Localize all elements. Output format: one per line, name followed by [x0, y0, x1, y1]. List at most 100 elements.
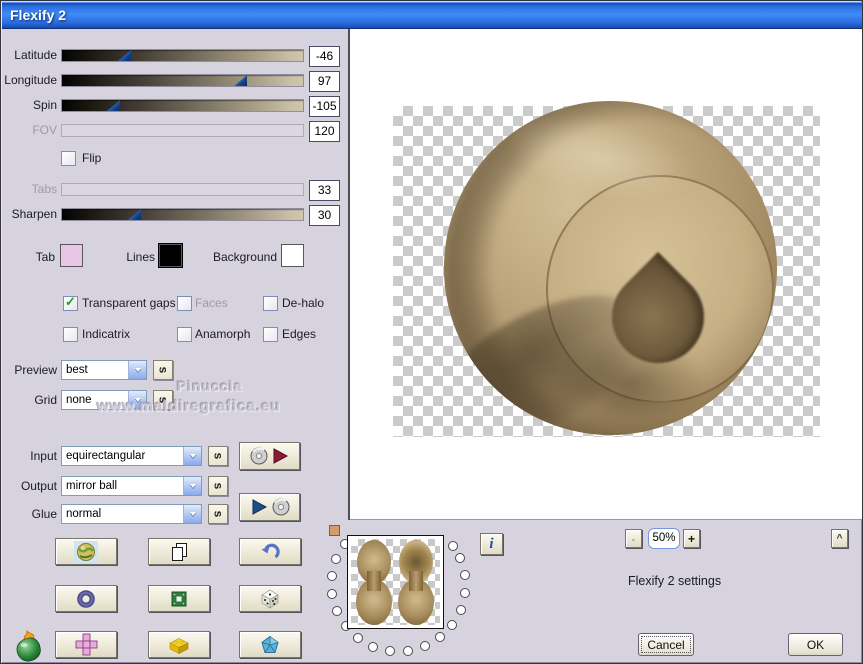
lines-swatch-label: Lines	[126, 250, 155, 264]
flip-label: Flip	[82, 151, 102, 165]
sharpen-slider-thumb[interactable]	[128, 209, 141, 220]
preview-sphere-image	[444, 101, 777, 435]
longitude-label: Longitude	[4, 73, 57, 87]
output-select-value: mirror ball	[66, 480, 118, 492]
latitude-slider[interactable]	[61, 49, 304, 62]
zoom-out-button[interactable]: -	[625, 529, 642, 548]
spin-slider[interactable]	[61, 99, 304, 112]
gem-button[interactable]	[239, 631, 301, 658]
latitude-slider-thumb[interactable]	[118, 50, 131, 61]
edges-label: Edges	[282, 327, 317, 341]
save-settings-button[interactable]	[239, 493, 300, 521]
load-settings-button[interactable]	[239, 442, 300, 470]
preview-canvas[interactable]	[348, 29, 862, 520]
dehalo-checkbox[interactable]	[263, 296, 278, 311]
tabs-value[interactable]: 33	[309, 180, 340, 201]
gem-icon	[261, 635, 279, 653]
ring-button[interactable]	[55, 585, 117, 612]
fov-value[interactable]: 120	[309, 121, 340, 142]
faces-checkbox	[177, 296, 192, 311]
chevron-down-icon[interactable]	[183, 477, 201, 495]
info-button[interactable]: i	[480, 533, 503, 555]
dial-dot[interactable]	[455, 553, 465, 563]
dial-dot[interactable]	[327, 589, 337, 599]
tab-swatch-label: Tab	[35, 250, 55, 264]
flip-checkbox[interactable]	[61, 151, 76, 166]
preview-randomize-button[interactable]: s	[153, 360, 173, 380]
spin-label: Spin	[32, 98, 57, 112]
glue-randomize-button[interactable]: s	[208, 504, 228, 524]
titlebar[interactable]: Flexify 2	[2, 2, 862, 29]
dial-dot[interactable]	[331, 554, 341, 564]
watermark-line2: www.maldiregrafica.eu	[97, 398, 281, 415]
preview-select[interactable]: best	[61, 360, 147, 380]
dial-dot[interactable]	[403, 646, 413, 656]
info-icon: i	[489, 535, 494, 552]
latitude-value[interactable]: -46	[309, 46, 340, 67]
longitude-slider[interactable]	[61, 74, 304, 87]
cube-net-button[interactable]	[55, 631, 117, 658]
green-chip-icon	[171, 591, 187, 606]
tabs-label: Tabs	[31, 182, 57, 196]
spin-value[interactable]: -105	[309, 96, 340, 117]
longitude-slider-thumb[interactable]	[234, 75, 247, 86]
undo-button[interactable]	[239, 538, 301, 565]
glue-dropdown-label: Glue	[31, 507, 57, 521]
ok-button[interactable]: OK	[788, 633, 843, 656]
input-randomize-button[interactable]: s	[208, 446, 228, 466]
dial-marker[interactable]	[329, 525, 340, 536]
sharpen-slider[interactable]	[61, 208, 304, 221]
output-select[interactable]: mirror ball	[61, 476, 202, 496]
cancel-button[interactable]: Cancel	[638, 633, 694, 656]
indicatrix-checkbox[interactable]	[63, 327, 78, 342]
longitude-value[interactable]: 97	[309, 71, 340, 92]
zoom-in-button[interactable]: +	[683, 529, 700, 548]
transparent-gaps-checkbox[interactable]	[63, 294, 78, 311]
input-select[interactable]: equirectangular	[61, 446, 202, 466]
grid-dropdown-label: Grid	[34, 393, 57, 407]
plus-icon: +	[687, 531, 695, 546]
tab-color-swatch[interactable]	[60, 244, 83, 267]
chevron-down-icon[interactable]	[128, 361, 146, 379]
output-dropdown-label: Output	[20, 479, 57, 493]
undo-arrow-icon	[261, 543, 280, 558]
window-title: Flexify 2	[10, 7, 67, 23]
edges-checkbox[interactable]	[263, 327, 278, 342]
status-text: Flexify 2 settings	[628, 574, 722, 588]
brick-button[interactable]	[148, 631, 210, 658]
fov-label: FOV	[32, 123, 57, 137]
background-swatch-label: Background	[212, 250, 277, 264]
dial-dot[interactable]	[460, 570, 470, 580]
collapse-button[interactable]: ^	[831, 529, 848, 548]
output-randomize-button[interactable]: s	[208, 476, 228, 496]
chip-button[interactable]	[148, 585, 210, 612]
input-dropdown-label: Input	[30, 449, 57, 463]
dial-dot[interactable]	[456, 605, 466, 615]
example-thumbnail[interactable]	[347, 535, 444, 629]
dial-dot[interactable]	[448, 541, 458, 551]
dial-dot[interactable]	[368, 642, 378, 652]
glue-select[interactable]: normal	[61, 504, 202, 524]
lines-color-swatch[interactable]	[159, 244, 182, 267]
chevron-down-icon[interactable]	[183, 447, 201, 465]
dial-dot[interactable]	[435, 632, 445, 642]
chevron-down-icon[interactable]	[183, 505, 201, 523]
sharpen-value[interactable]: 30	[309, 205, 340, 226]
dial-dot[interactable]	[447, 620, 457, 630]
anamorph-checkbox[interactable]	[177, 327, 192, 342]
cube-net-icon	[75, 633, 97, 656]
background-color-swatch[interactable]	[281, 244, 304, 267]
dial-dot[interactable]	[332, 606, 342, 616]
indicatrix-label: Indicatrix	[82, 327, 131, 341]
spin-slider-thumb[interactable]	[107, 100, 120, 111]
dice-button[interactable]	[239, 585, 301, 612]
globe-button[interactable]	[55, 538, 117, 565]
dice-icon	[261, 589, 279, 609]
dial-dot[interactable]	[385, 646, 395, 656]
dial-dot[interactable]	[460, 588, 470, 598]
dial-dot[interactable]	[353, 633, 363, 643]
dial-dot[interactable]	[420, 641, 430, 651]
dial-dot[interactable]	[327, 571, 337, 581]
play-disc-icon	[252, 498, 289, 516]
copy-button[interactable]	[148, 538, 210, 565]
